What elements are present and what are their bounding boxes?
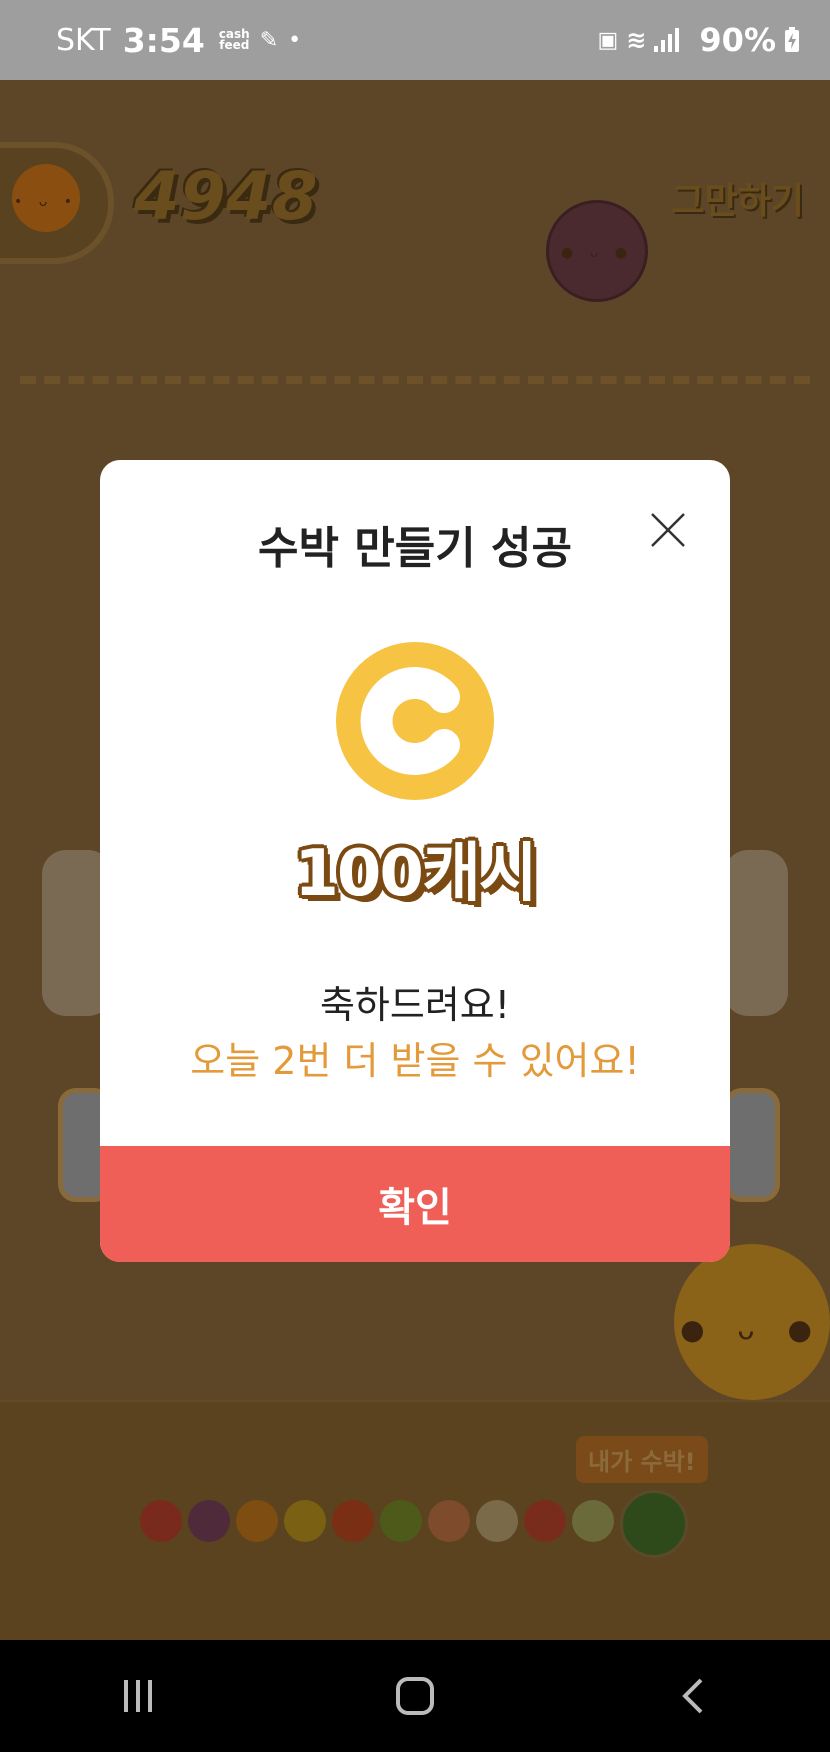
status-icons: ▣ ≋ 90%	[598, 21, 801, 59]
dropping-fruit-grape[interactable]: ● ᴗ ●	[546, 200, 648, 302]
notification-icon: ✎	[259, 27, 279, 53]
fruit-peach	[428, 1500, 470, 1542]
fruit-grape	[188, 1500, 230, 1542]
home-icon	[395, 1677, 434, 1715]
fruit-watermelon	[620, 1490, 688, 1558]
battery-percent: 90%	[699, 21, 776, 59]
fruit-lemon	[284, 1500, 326, 1542]
recent-apps-icon	[124, 1680, 153, 1712]
recent-apps-button[interactable]	[108, 1666, 168, 1726]
fruit-cherry	[140, 1500, 182, 1542]
back-button[interactable]	[662, 1666, 722, 1726]
back-icon	[681, 1678, 703, 1714]
fruit-melon	[572, 1500, 614, 1542]
battery-charging-icon	[785, 27, 799, 52]
big-fruit-pineapple: ● ᴗ ●	[674, 1244, 830, 1400]
confirm-button[interactable]: 확인	[100, 1146, 730, 1262]
score: 4948	[134, 158, 318, 235]
signal-icon	[654, 28, 680, 52]
quit-button[interactable]: 그만하기	[672, 172, 804, 224]
fruit-evolution-row	[140, 1490, 688, 1558]
fruit-tomato	[332, 1500, 374, 1542]
current-fruit-orange: • ᴗ •	[12, 164, 80, 232]
more-notifications-dot: •	[288, 27, 302, 53]
fruit-orange	[236, 1500, 278, 1542]
remaining-count-text: 오늘 2번 더 받을 수 있어요!	[190, 1039, 640, 1083]
drop-limit-line	[20, 376, 810, 384]
cashfeed-notification-icon: cash feed	[219, 28, 250, 52]
battery-saver-icon: ▣	[597, 27, 619, 53]
reward-amount: 100캐시	[294, 837, 537, 911]
right-panel	[724, 850, 788, 1016]
success-dialog: 수박 만들기 성공 100캐시 축하드려요! 오늘 2번 더 받을 수 있어요!…	[100, 460, 730, 1262]
fruit-kiwi	[380, 1500, 422, 1542]
congrats-text: 축하드려요!	[319, 983, 511, 1027]
wifi-icon: ≋	[626, 26, 647, 54]
navigation-bar	[0, 1640, 830, 1752]
next-fruit-tag: 내가 수박!	[576, 1436, 708, 1483]
right-field	[724, 1088, 780, 1202]
clock: 3:54	[122, 20, 205, 60]
cashfeed-tag-bottom: feed	[219, 38, 250, 52]
status-bar: SKT 3:54 cash feed ✎ • ▣ ≋ 90%	[0, 0, 830, 80]
carrier-label: SKT	[56, 22, 111, 58]
dialog-title: 수박 만들기 성공	[258, 523, 572, 574]
fruit-pear	[476, 1500, 518, 1542]
close-icon[interactable]	[648, 510, 688, 550]
fruit-apple	[524, 1500, 566, 1542]
home-button[interactable]	[385, 1666, 445, 1726]
cash-coin-icon	[336, 642, 494, 800]
